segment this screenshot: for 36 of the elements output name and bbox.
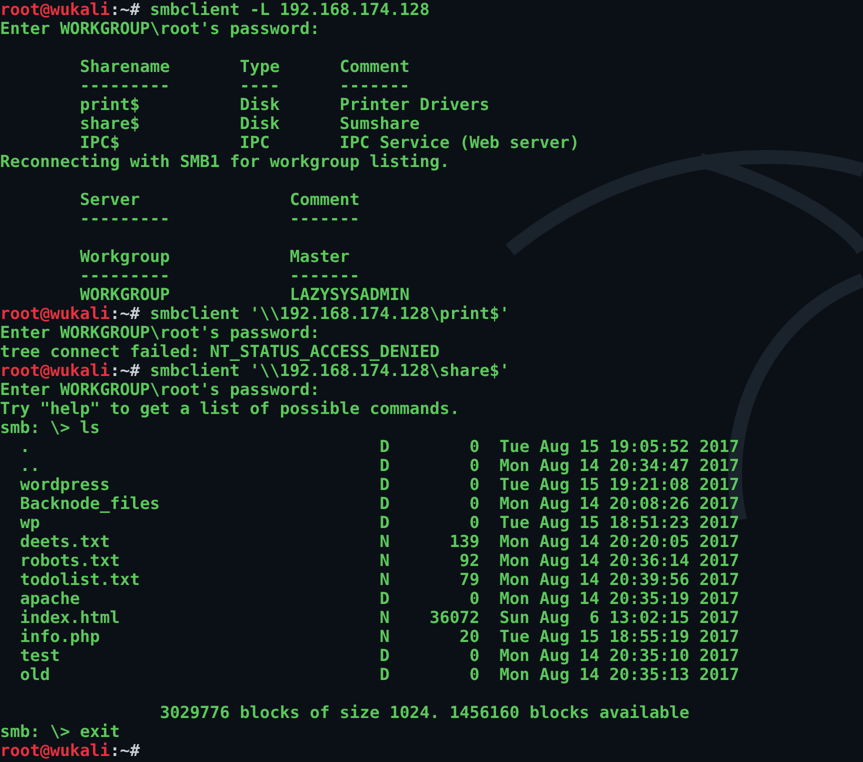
prompt-line: root@wukali:~# [0, 741, 140, 760]
output-line: tree connect failed: NT_STATUS_ACCESS_DENIED [0, 342, 440, 361]
output-line: share$ Disk Sumshare [78, 114, 420, 133]
output-line: WORKGROUP LAZYSYSADMIN [78, 285, 410, 304]
prompt-line: root@wukali:~# smbclient -L 192.168.174.128 [0, 0, 430, 19]
output-line: Reconnecting with SMB1 for workgroup listing. [0, 152, 450, 171]
output-line: --------- ------- [78, 209, 360, 228]
output-line: print$ Disk Printer Drivers [78, 95, 490, 114]
output-line: 3029776 blocks of size 1024. 1456160 blocks available [158, 703, 690, 722]
output-line: info.php N 20 Tue Aug 15 18:55:19 2017 [18, 627, 740, 646]
output-line: Workgroup Master [78, 247, 350, 266]
output-line: Try "help" to get a list of possible commands. [0, 399, 460, 418]
output-line: --------- ---- ------- [78, 76, 410, 95]
output-line: old D 0 Mon Aug 14 20:35:13 2017 [18, 665, 740, 684]
output-line: Enter WORKGROUP\root's password: [0, 380, 320, 399]
output-line: test D 0 Mon Aug 14 20:35:10 2017 [18, 646, 740, 665]
output-line: wordpress D 0 Tue Aug 15 19:21:08 2017 [18, 475, 740, 494]
output-line: Server Comment [78, 190, 360, 209]
output-line: wp D 0 Tue Aug 15 18:51:23 2017 [18, 513, 740, 532]
output-line: deets.txt N 139 Mon Aug 14 20:20:05 2017 [18, 532, 740, 551]
output-line: Backnode_files D 0 Mon Aug 14 20:08:26 2017 [18, 494, 740, 513]
output-line: Sharename Type Comment [78, 57, 410, 76]
output-line: Enter WORKGROUP\root's password: [0, 323, 320, 342]
output-line: index.html N 36072 Sun Aug 6 13:02:15 2017 [18, 608, 740, 627]
output-line: IPC$ IPC IPC Service (Web server) [78, 133, 580, 152]
output-line: .. D 0 Mon Aug 14 20:34:47 2017 [18, 456, 740, 475]
prompt-line: root@wukali:~# smbclient '\\192.168.174.128\share$' [0, 361, 510, 380]
prompt-line: root@wukali:~# smbclient '\\192.168.174.128\print$' [0, 304, 510, 323]
output-line: --------- ------- [78, 266, 360, 285]
output-line: smb: \> ls [0, 418, 100, 437]
output-line: Enter WORKGROUP\root's password: [0, 19, 320, 38]
output-line: apache D 0 Mon Aug 14 20:35:19 2017 [18, 589, 740, 608]
output-line: smb: \> exit [0, 722, 120, 741]
output-line: . D 0 Tue Aug 15 19:05:52 2017 [18, 437, 740, 456]
output-line: robots.txt N 92 Mon Aug 14 20:36:14 2017 [18, 551, 740, 570]
output-line: todolist.txt N 79 Mon Aug 14 20:39:56 2017 [18, 570, 740, 589]
